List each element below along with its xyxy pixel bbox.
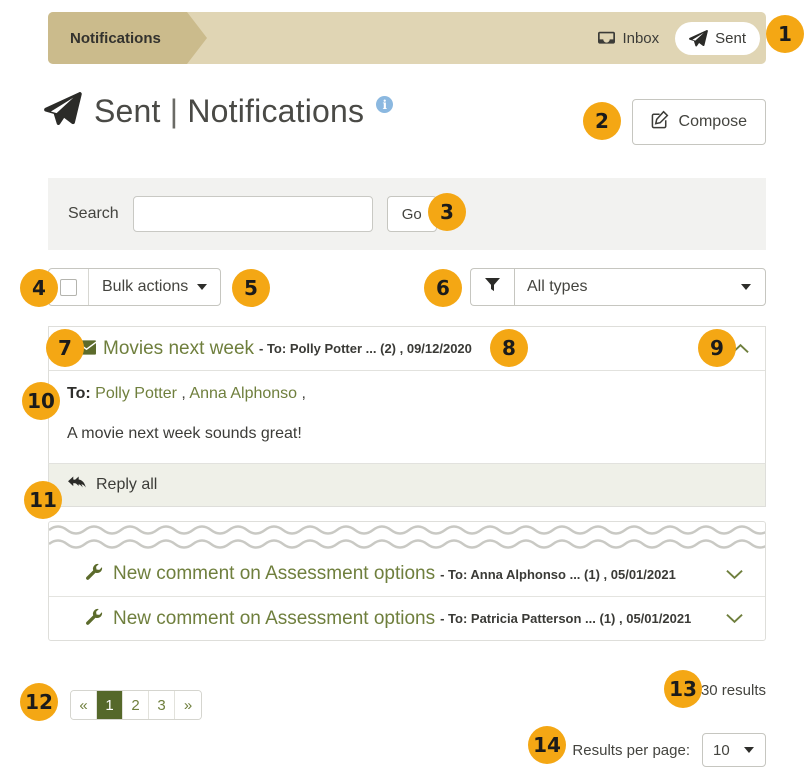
- funnel-icon: [485, 277, 500, 297]
- reply-all-button[interactable]: Reply all: [48, 463, 766, 507]
- tab-inbox-label: Inbox: [622, 30, 659, 47]
- pagination: « 1 2 3 »: [70, 690, 202, 720]
- pagination-prev[interactable]: «: [71, 691, 97, 719]
- bulk-actions-dropdown[interactable]: Bulk actions: [89, 269, 220, 305]
- recipient-link[interactable]: Anna Alphonso: [189, 385, 297, 402]
- list-controls: Bulk actions All types: [0, 268, 804, 310]
- wrench-icon: [85, 563, 103, 586]
- results-count: 30 results: [701, 682, 766, 699]
- results-per-page-value: 10: [713, 742, 730, 759]
- page-title: Sent | Notifications: [94, 93, 364, 130]
- bulk-actions-group: Bulk actions: [48, 268, 221, 306]
- chevron-down-icon: [197, 284, 207, 290]
- page-title-separator: |: [170, 93, 179, 129]
- message-row[interactable]: New comment on Assessment options - To: …: [49, 552, 765, 596]
- results-per-page: Results per page: 10: [572, 733, 766, 767]
- recipient-separator: ,: [297, 385, 306, 402]
- pagination-next[interactable]: »: [175, 691, 201, 719]
- filter-icon-button[interactable]: [470, 268, 514, 306]
- results-per-page-label: Results per page:: [572, 742, 690, 759]
- callout-6: 6: [424, 269, 462, 307]
- message-recipients-line: To: Polly Potter , Anna Alphonso ,: [67, 385, 747, 403]
- message-header[interactable]: Movies next week - To: Polly Potter ... …: [49, 327, 765, 370]
- message-row[interactable]: New comment on Assessment options - To: …: [49, 596, 765, 640]
- reply-all-icon: [67, 475, 86, 495]
- message-subject[interactable]: New comment on Assessment options: [113, 608, 435, 630]
- mailbox-tabs: Inbox Sent: [584, 22, 766, 55]
- callout-8: 8: [490, 329, 528, 367]
- info-icon[interactable]: i: [376, 96, 393, 113]
- chevron-down-icon[interactable]: [726, 569, 743, 580]
- truncated-message-group: New comment on Assessment options - To: …: [48, 521, 766, 641]
- breadcrumb-bar: Notifications Inbox Sent: [48, 12, 766, 64]
- inbox-icon: [598, 31, 615, 46]
- paper-plane-title-icon: [44, 92, 82, 131]
- tab-sent[interactable]: Sent: [675, 22, 760, 55]
- message-body-text: A movie next week sounds great!: [67, 425, 747, 443]
- callout-14: 14: [528, 726, 566, 764]
- type-filter-group: All types: [470, 268, 766, 306]
- type-filter-value: All types: [527, 278, 587, 296]
- pencil-square-icon: [651, 110, 670, 134]
- type-filter-select[interactable]: All types: [514, 268, 766, 306]
- callout-3: 3: [428, 193, 466, 231]
- pagination-page-3[interactable]: 3: [149, 691, 175, 719]
- callout-9: 9: [698, 329, 736, 367]
- breadcrumb[interactable]: Notifications: [48, 12, 187, 64]
- go-button-label: Go: [402, 206, 422, 223]
- callout-7: 7: [46, 329, 84, 367]
- search-panel: Search Go: [48, 178, 766, 250]
- notifications-page: Notifications Inbox Sent 1: [0, 0, 804, 773]
- page-title-group: Sent | Notifications i: [44, 92, 393, 131]
- recipient-link[interactable]: Polly Potter: [95, 385, 177, 402]
- callout-2: 2: [583, 102, 621, 140]
- recipient-separator: ,: [177, 385, 189, 402]
- callout-13: 13: [664, 670, 702, 708]
- compose-button[interactable]: Compose: [632, 99, 766, 145]
- callout-4: 4: [20, 269, 58, 307]
- search-input[interactable]: [133, 196, 373, 232]
- callout-12: 12: [20, 683, 58, 721]
- page-title-primary: Sent: [94, 93, 161, 129]
- tab-sent-label: Sent: [715, 30, 746, 47]
- paper-plane-icon: [689, 30, 708, 47]
- callout-11: 11: [24, 481, 62, 519]
- to-label: To:: [67, 385, 91, 402]
- compose-button-label: Compose: [679, 113, 747, 131]
- message-body: To: Polly Potter , Anna Alphonso , A mov…: [49, 370, 765, 463]
- message-meta: - To: Anna Alphonso ... (1) , 05/01/2021: [440, 567, 676, 582]
- truncation-zigzag: [49, 522, 765, 552]
- search-label: Search: [68, 205, 119, 223]
- message-meta: - To: Polly Potter ... (2) , 09/12/2020: [259, 341, 472, 356]
- reply-all-label: Reply all: [96, 476, 157, 494]
- message-subject[interactable]: New comment on Assessment options: [113, 563, 435, 585]
- chevron-down-icon: [741, 284, 751, 290]
- breadcrumb-label: Notifications: [70, 30, 161, 47]
- chevron-down-icon[interactable]: [726, 613, 743, 624]
- checkbox-box: [60, 279, 77, 296]
- message-subject[interactable]: Movies next week: [103, 338, 254, 360]
- pagination-page-1[interactable]: 1: [97, 691, 123, 719]
- bulk-actions-label: Bulk actions: [102, 278, 188, 296]
- callout-5: 5: [232, 269, 270, 307]
- page-title-secondary: Notifications: [187, 93, 364, 129]
- message-list: Movies next week - To: Polly Potter ... …: [48, 326, 766, 641]
- message-meta: - To: Patricia Patterson ... (1) , 05/01…: [440, 611, 691, 626]
- tab-inbox[interactable]: Inbox: [584, 22, 673, 55]
- pagination-page-2[interactable]: 2: [123, 691, 149, 719]
- message-expanded: Movies next week - To: Polly Potter ... …: [48, 326, 766, 463]
- callout-10: 10: [22, 382, 60, 420]
- wrench-icon: [85, 608, 103, 631]
- callout-1: 1: [766, 15, 804, 53]
- chevron-down-icon: [744, 747, 754, 753]
- results-per-page-select[interactable]: 10: [702, 733, 766, 767]
